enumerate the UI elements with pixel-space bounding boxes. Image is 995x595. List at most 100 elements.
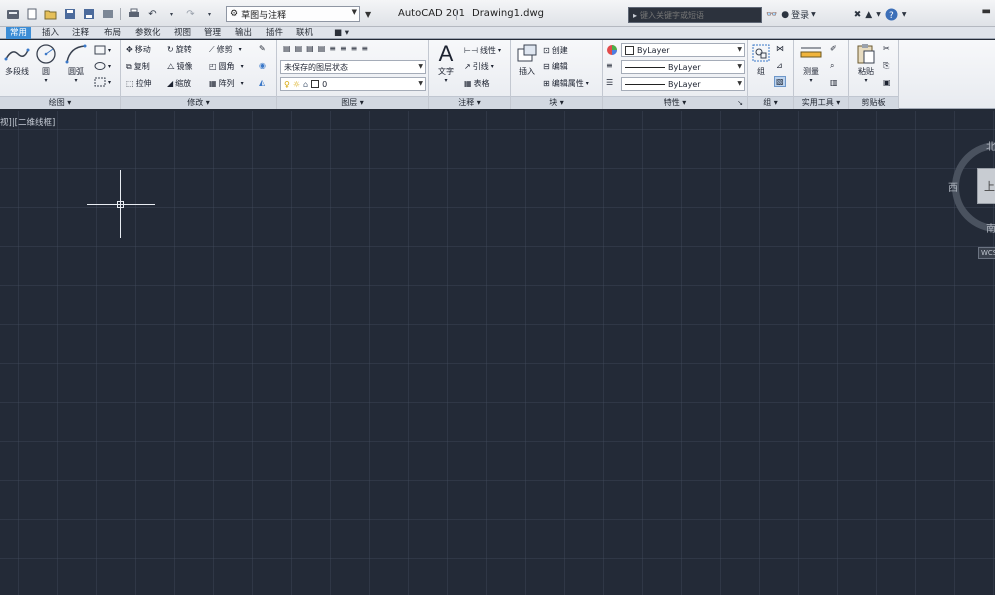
panel-title-utilities[interactable]: 实用工具 ▾	[794, 96, 848, 109]
layer-unisolate-icon[interactable]: ▤	[318, 44, 326, 53]
redo-icon[interactable]: ↷	[182, 7, 199, 22]
current-layer-select[interactable]: ♀ ☼ ⌂ 0 ▼	[280, 77, 426, 91]
tab-view[interactable]: 视图	[170, 27, 195, 39]
minimize-icon[interactable]: ▬	[982, 6, 991, 17]
layer-previous-icon[interactable]: ≡	[340, 44, 347, 53]
scale-button[interactable]: ◢ 缩放	[167, 78, 191, 89]
tab-manage[interactable]: 管理	[200, 27, 225, 39]
cut-icon[interactable]: ✂	[883, 44, 890, 53]
tab-annotate[interactable]: 注释	[68, 27, 93, 39]
compass-west[interactable]: 西	[948, 179, 958, 194]
edit-attributes-button[interactable]: ⊞ 编辑属性 ▾	[543, 78, 589, 89]
tab-online[interactable]: 联机	[292, 27, 317, 39]
workspace-switcher[interactable]: ⚙ 草图与注释 ▼	[226, 6, 360, 22]
print-icon[interactable]	[125, 7, 142, 22]
viewcube-top-face[interactable]: 上	[977, 168, 995, 204]
tab-home[interactable]: 常用	[6, 27, 32, 39]
compass-north[interactable]: 北	[986, 138, 995, 153]
linear-dimension-button[interactable]: ⊢⊣ 线性 ▾	[464, 45, 501, 56]
chevron-down-icon[interactable]: ▼	[902, 7, 907, 22]
panel-title-clipboard[interactable]: 剪贴板	[849, 96, 898, 109]
binoculars-icon[interactable]: 👓	[766, 7, 777, 22]
rectangle-button[interactable]: ▾	[94, 45, 111, 55]
application-menu-icon[interactable]	[4, 7, 21, 22]
tab-plugins[interactable]: 插件	[262, 27, 287, 39]
panel-title-modify[interactable]: 修改 ▾	[121, 96, 276, 109]
stretch-button[interactable]: ⬚ 拉伸	[126, 78, 152, 89]
ellipse-button[interactable]: ▾	[94, 61, 111, 71]
layer-state-select[interactable]: 未保存的图层状态 ▼	[280, 60, 426, 74]
plot-publish-icon[interactable]	[99, 7, 116, 22]
chevron-down-icon[interactable]: ▼	[876, 7, 881, 22]
layer-state-icon[interactable]: ▤	[295, 44, 303, 53]
offset-button[interactable]: ◭	[259, 78, 265, 87]
drawing-canvas[interactable]: 视]|[二维线框]	[0, 111, 995, 595]
hatch-button[interactable]: ▾	[94, 77, 111, 87]
panel-title-draw[interactable]: 绘图 ▾	[0, 96, 120, 109]
layer-isolate-icon[interactable]: ▤	[306, 44, 314, 53]
open-file-icon[interactable]	[42, 7, 59, 22]
text-button[interactable]: A 文字 ▾	[433, 41, 459, 84]
new-file-icon[interactable]	[23, 7, 40, 22]
copy-clip-icon[interactable]: ⎘	[883, 61, 889, 71]
tab-parametric[interactable]: 参数化	[131, 27, 165, 39]
panel-title-layers[interactable]: 图层 ▾	[277, 96, 428, 109]
insert-block-button[interactable]: 插入	[514, 42, 540, 77]
calculator-icon[interactable]: ▥	[830, 78, 838, 87]
group-edit-icon[interactable]: ⊿	[776, 61, 783, 70]
layer-freeze-icon[interactable]: ≡	[351, 44, 358, 53]
layer-off-icon[interactable]: ≡	[361, 44, 368, 53]
compass-south[interactable]: 南	[986, 220, 995, 235]
layer-properties-icon[interactable]: ▤	[283, 44, 291, 53]
paste-button[interactable]: 粘贴 ▾	[852, 42, 880, 84]
tab-overflow[interactable]: ■ ▾	[330, 27, 353, 39]
ungroup-icon[interactable]: ⋈	[776, 44, 784, 53]
rotate-button[interactable]: ↻ 旋转	[167, 44, 192, 55]
dialog-launcher-icon[interactable]: ↘	[737, 97, 743, 109]
array-button[interactable]: ▦ 阵列 ▾	[209, 78, 244, 89]
undo-icon[interactable]: ↶	[144, 7, 161, 22]
quick-select-icon[interactable]: ✐	[830, 44, 837, 53]
lineweight-select[interactable]: ByLayer ▼	[621, 77, 745, 91]
stay-connected-icon[interactable]: ▲	[865, 7, 872, 22]
panel-title-properties[interactable]: 特性 ▾ ↘	[603, 96, 747, 109]
undo-dropdown-icon[interactable]: ▾	[163, 7, 180, 22]
table-button[interactable]: ▦ 表格	[464, 78, 490, 89]
erase-button[interactable]: ✎	[259, 44, 266, 53]
panel-title-groups[interactable]: 组 ▾	[748, 96, 793, 109]
panel-title-block[interactable]: 块 ▾	[511, 96, 602, 109]
quick-calc-icon[interactable]: ⌕	[830, 61, 834, 71]
color-select[interactable]: ByLayer ▼	[621, 43, 745, 57]
search-box[interactable]: ▸	[628, 7, 762, 23]
trim-button[interactable]: ⟋ 修剪 ▾	[209, 44, 242, 55]
group-button[interactable]: 组	[750, 42, 772, 77]
linetype-select[interactable]: ByLayer ▼	[621, 60, 745, 74]
viewport-controls-label[interactable]: 视]|[二维线框]	[0, 116, 55, 128]
search-input[interactable]	[640, 10, 751, 20]
tab-output[interactable]: 输出	[231, 27, 256, 39]
copy-with-basepoint-icon[interactable]: ▣	[883, 78, 891, 87]
edit-block-button[interactable]: ⊟ 编辑	[543, 61, 568, 72]
wcs-menu[interactable]: WCS	[978, 247, 995, 259]
circle-button[interactable]: 圆 ▾	[33, 42, 59, 84]
polyline-button[interactable]: 多段线	[2, 42, 32, 77]
match-properties-icon[interactable]	[606, 44, 618, 56]
mirror-button[interactable]: ⧍ 镜像	[167, 61, 192, 72]
panel-title-annotation[interactable]: 注释 ▾	[429, 96, 510, 109]
leader-button[interactable]: ↗ 引线 ▾	[464, 61, 494, 72]
redo-dropdown-icon[interactable]: ▾	[201, 7, 218, 22]
move-button[interactable]: ✥ 移动	[126, 44, 151, 55]
tab-insert[interactable]: 插入	[38, 27, 63, 39]
arc-button[interactable]: 圆弧 ▾	[62, 42, 90, 84]
layer-match-icon[interactable]: ≡	[329, 44, 336, 53]
customize-qat-icon[interactable]: ▼	[365, 10, 371, 19]
measure-button[interactable]: 测量 ▾	[797, 42, 825, 84]
create-block-button[interactable]: ⊡ 创建	[543, 45, 568, 56]
save-as-icon[interactable]	[80, 7, 97, 22]
explode-button[interactable]: ◉	[259, 61, 266, 70]
group-selection-toggle[interactable]: ▧	[774, 76, 786, 87]
save-icon[interactable]	[61, 7, 78, 22]
fillet-button[interactable]: ◰ 圆角 ▾	[209, 61, 244, 72]
tab-layout[interactable]: 布局	[100, 27, 125, 39]
exchange-apps-icon[interactable]: ✖	[854, 7, 862, 22]
